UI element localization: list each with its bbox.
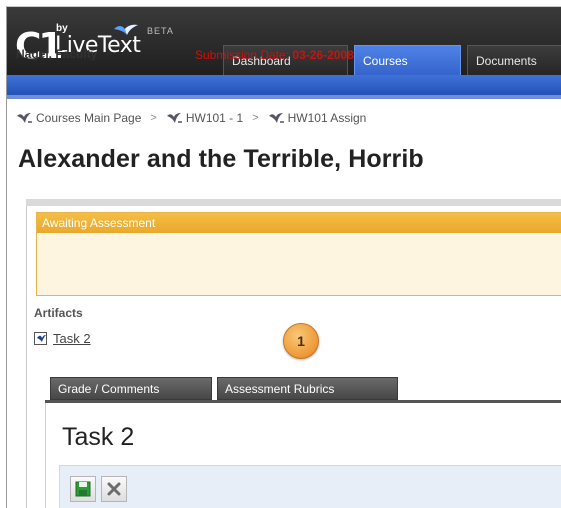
status-panel: Awaiting Assessment [36,212,561,296]
header-blue-strip [7,75,561,95]
nav-tab-documents[interactable]: Documents [467,45,561,75]
callout-badge: 1 [283,323,319,359]
breadcrumb-item-assignment[interactable]: HW101 Assign [268,111,367,125]
livetext-bird-icon [17,113,32,123]
submission-date: Submission Date: 03-26-2008 [195,48,354,62]
close-icon [107,482,121,496]
document-icon [34,332,47,345]
page-title: Alexander and the Terrible, Horrib [18,145,424,173]
submission-date-value: 03-26-2008 [292,48,354,62]
beta-label: BETA [147,26,174,36]
livetext-bird-icon [166,113,182,123]
logo-bird-icon [114,24,138,35]
livetext-bird-icon [268,113,284,123]
artifacts-heading: Artifacts [34,306,83,320]
nav-tab-courses[interactable]: Courses [354,45,461,75]
artifact-item[interactable]: Task 2 [34,331,91,346]
save-icon [75,481,91,497]
header-blue-line [7,95,561,99]
tab-grade-comments[interactable]: Grade / Comments [50,377,212,400]
reviewer-name: Nagel, Faculty [16,47,98,61]
breadcrumb-item-courses-main[interactable]: Courses Main Page [16,111,141,125]
breadcrumb-item-course[interactable]: HW101 - 1 [166,111,243,125]
breadcrumb-separator: > [150,112,157,124]
status-header: Awaiting Assessment [37,213,561,233]
submission-date-label: Submission Date: [195,48,293,62]
task-toolbar [59,465,561,508]
breadcrumb-label: HW101 Assign [287,111,367,125]
breadcrumb-separator: > [252,112,259,124]
save-button[interactable] [70,476,96,502]
artifact-link[interactable]: Task 2 [53,331,91,346]
breadcrumb-label: Courses Main Page [36,111,142,125]
breadcrumb-label: HW101 - 1 [185,111,244,125]
tab-assessment-rubrics[interactable]: Assessment Rubrics [217,377,398,400]
cancel-button[interactable] [101,476,127,502]
breadcrumb: Courses Main Page > HW101 - 1 > HW101 As… [16,109,366,127]
container-top-band [26,199,561,206]
task-title: Task 2 [62,423,135,451]
